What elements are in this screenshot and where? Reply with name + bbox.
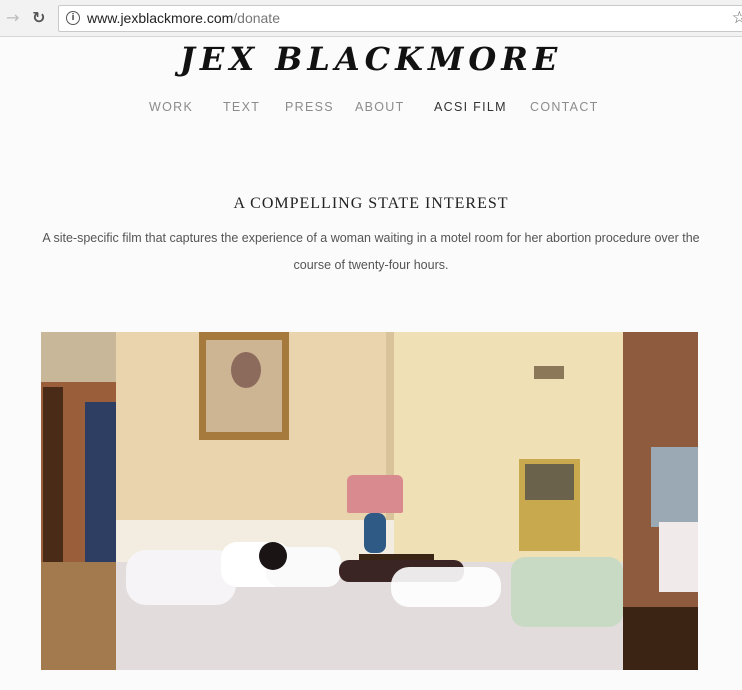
page-title: A COMPELLING STATE INTEREST	[233, 195, 509, 212]
url-host: www.jexblackmore.com	[87, 10, 234, 26]
nav-item-contact[interactable]: CONTACT	[530, 100, 599, 114]
page-description: A site-specific film that captures the e…	[42, 231, 700, 272]
info-icon[interactable]: i	[66, 11, 80, 25]
nav-item-press[interactable]: PRESS	[285, 100, 334, 114]
site-logo[interactable]: JEX BLACKMORE	[0, 40, 742, 78]
star-icon[interactable]: ☆	[732, 8, 742, 28]
reload-icon[interactable]: ↻	[32, 9, 45, 27]
url-path: /donate	[233, 10, 280, 26]
film-still-image	[41, 332, 698, 670]
arrow-left-icon[interactable]: →	[6, 9, 19, 27]
nav-item-acsi-film[interactable]: ACSI FILM	[434, 100, 507, 114]
url-text[interactable]: www.jexblackmore.com/donate	[87, 10, 280, 26]
nav-item-text[interactable]: TEXT	[223, 100, 260, 114]
nav-item-work[interactable]: WORK	[149, 100, 193, 114]
browser-toolbar: → ↻ i www.jexblackmore.com/donate ☆	[0, 0, 742, 37]
main-nav: WORK TEXT PRESS ABOUT ACSI FILM CONTACT	[0, 100, 742, 118]
nav-item-about[interactable]: ABOUT	[355, 100, 405, 114]
address-bar[interactable]: i www.jexblackmore.com/donate ☆	[58, 5, 742, 32]
